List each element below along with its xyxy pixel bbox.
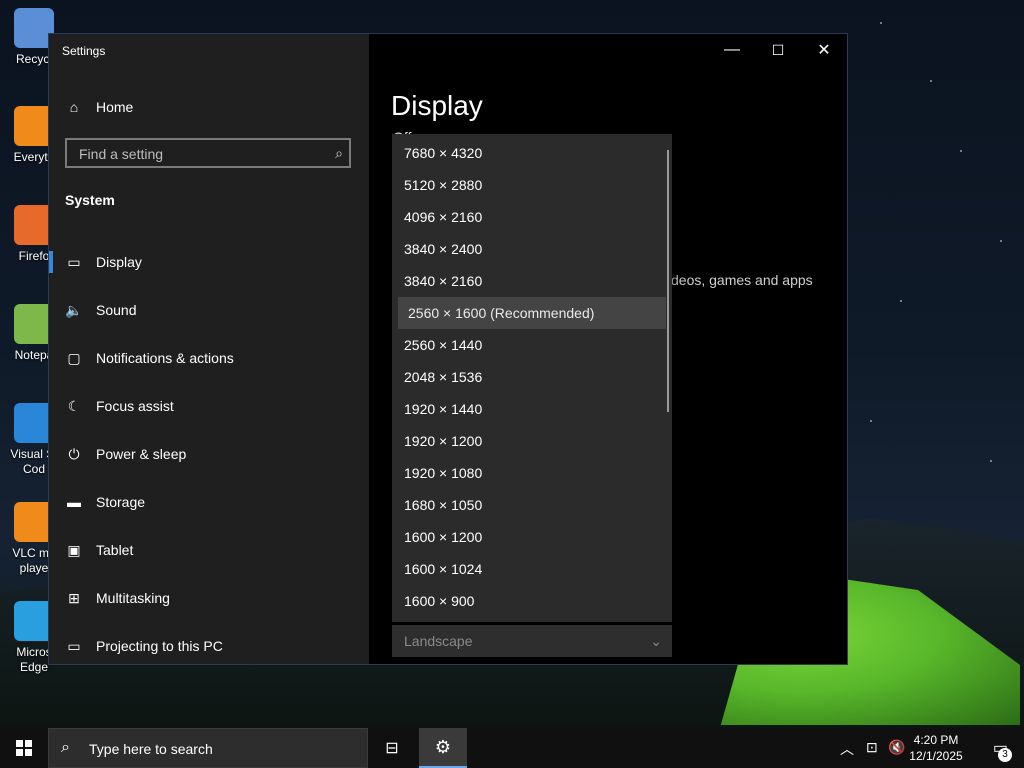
sidebar-item-label: Multitasking bbox=[96, 590, 170, 606]
system-nav: ▭ Display 🔈 Sound ▢ Notifications & actions ☾ F… bbox=[49, 238, 369, 670]
maximize-button[interactable]: ☐ bbox=[755, 34, 801, 66]
orientation-value: Landscape bbox=[404, 633, 473, 649]
sidebar-item-sound[interactable]: 🔈 Sound bbox=[49, 286, 369, 334]
task-view-button[interactable]: ⊟ bbox=[372, 728, 412, 768]
resolution-option[interactable]: 5120 × 2880 bbox=[392, 169, 672, 201]
home-nav[interactable]: ⌂ Home bbox=[65, 96, 134, 118]
partial-scale-text: deos, games and apps bbox=[671, 272, 813, 288]
resolution-option[interactable]: 3840 × 2160 bbox=[392, 265, 672, 297]
sidebar-item-label: Power & sleep bbox=[96, 446, 187, 462]
sidebar-item-tablet[interactable]: ▣ Tablet bbox=[49, 526, 369, 574]
sidebar-item-label: Sound bbox=[96, 302, 137, 318]
speaker-icon: 🔈 bbox=[65, 302, 83, 318]
title-bar[interactable]: Settings bbox=[49, 34, 369, 66]
page-title: Display bbox=[391, 90, 483, 121]
windows-logo-icon bbox=[16, 740, 32, 756]
sidebar-item-label: Tablet bbox=[96, 542, 134, 558]
settings-sidebar: Settings ⌂ Home ⌕ System ▭ Display 🔈 Sound ▢… bbox=[49, 34, 369, 664]
orientation-select[interactable]: Landscape ⌄ bbox=[392, 625, 672, 657]
resolution-option[interactable]: 1920 × 1080 bbox=[392, 457, 672, 489]
sidebar-item-notifications-actions[interactable]: ▢ Notifications & actions bbox=[49, 334, 369, 382]
chevron-up-icon[interactable]: ︿ bbox=[840, 739, 854, 759]
search-icon: ⌕ bbox=[61, 739, 70, 756]
taskbar-search-box[interactable]: ⌕ Type here to search bbox=[48, 728, 368, 768]
resolution-option[interactable]: 1920 × 1200 bbox=[392, 425, 672, 457]
sidebar-item-label: Display bbox=[96, 254, 142, 270]
resolution-option[interactable]: 7680 × 4320 bbox=[392, 137, 672, 169]
sidebar-item-focus-assist[interactable]: ☾ Focus assist bbox=[49, 382, 369, 430]
resolution-option[interactable]: 1920 × 1440 bbox=[392, 393, 672, 425]
home-icon: ⌂ bbox=[69, 99, 79, 115]
resolution-option[interactable]: 1680 × 1050 bbox=[392, 489, 672, 521]
start-button[interactable] bbox=[0, 728, 48, 768]
clock-date: 12/1/2025 bbox=[909, 749, 963, 763]
multitasking-icon: ⊞ bbox=[68, 590, 80, 606]
sidebar-item-power-sleep[interactable]: ⏻ Power & sleep bbox=[49, 430, 369, 478]
notification-count-badge: 3 bbox=[998, 748, 1012, 762]
projecting-icon: ▭ bbox=[67, 638, 81, 654]
resolution-option[interactable]: 3840 × 2400 bbox=[392, 233, 672, 265]
monitor-icon: ▭ bbox=[67, 254, 81, 270]
home-label: Home bbox=[96, 99, 134, 115]
find-setting-input[interactable] bbox=[77, 140, 321, 168]
power-icon: ⏻ bbox=[68, 446, 80, 462]
section-heading: System bbox=[65, 192, 115, 208]
taskbar: ⌕ Type here to search ⊟ ⚙ ︿ ⊡ 🔇 4:20 PM … bbox=[0, 728, 1024, 768]
sidebar-item-display[interactable]: ▭ Display bbox=[49, 238, 369, 286]
sidebar-item-label: Projecting to this PC bbox=[96, 638, 223, 654]
window-title: Settings bbox=[62, 44, 106, 58]
resolution-option[interactable]: 2560 × 1440 bbox=[392, 329, 672, 361]
volume-muted-icon[interactable]: 🔇 bbox=[888, 739, 905, 756]
resolution-option[interactable]: 4096 × 2160 bbox=[392, 201, 672, 233]
gear-icon: ⚙ bbox=[434, 736, 452, 757]
resolution-option[interactable]: 1600 × 1200 bbox=[392, 521, 672, 553]
sidebar-item-label: Storage bbox=[96, 494, 146, 510]
resolution-option[interactable]: 1600 × 900 bbox=[392, 585, 672, 617]
task-view-icon: ⊟ bbox=[385, 740, 399, 757]
settings-taskbar-button[interactable]: ⚙ bbox=[419, 728, 467, 768]
sidebar-item-projecting-to-this-pc[interactable]: ▭ Projecting to this PC bbox=[49, 622, 369, 670]
find-setting-box[interactable]: ⌕ bbox=[65, 138, 351, 168]
notification-icon: ▢ bbox=[67, 350, 81, 366]
resolution-option[interactable]: 2048 × 1536 bbox=[392, 361, 672, 393]
clock[interactable]: 4:20 PM 12/1/2025 bbox=[906, 732, 966, 764]
search-icon: ⌕ bbox=[335, 145, 343, 161]
system-tray: ︿ ⊡ 🔇 4:20 PM 12/1/2025 ▭ 3 bbox=[824, 728, 1024, 768]
sidebar-item-label: Focus assist bbox=[96, 398, 174, 414]
storage-icon: ▬ bbox=[67, 494, 81, 510]
network-icon[interactable]: ⊡ bbox=[866, 739, 878, 756]
resolution-option[interactable]: 2560 × 1600 (Recommended) bbox=[398, 297, 666, 329]
chevron-down-icon: ⌄ bbox=[650, 633, 662, 649]
resolution-dropdown-list[interactable]: 7680 × 4320 5120 × 2880 4096 × 2160 3840 × … bbox=[392, 134, 672, 622]
sidebar-item-storage[interactable]: ▬ Storage bbox=[49, 478, 369, 526]
clock-time: 4:20 PM bbox=[913, 733, 959, 747]
sidebar-item-label: Notifications & actions bbox=[96, 350, 234, 366]
sidebar-item-multitasking[interactable]: ⊞ Multitasking bbox=[49, 574, 369, 622]
minimize-button[interactable]: — bbox=[709, 34, 755, 66]
tablet-icon: ▣ bbox=[67, 542, 81, 558]
close-button[interactable]: ✕ bbox=[801, 34, 847, 66]
dropdown-scrollbar[interactable] bbox=[667, 150, 669, 412]
moon-icon: ☾ bbox=[67, 398, 81, 414]
resolution-option[interactable]: 1600 × 1024 bbox=[392, 553, 672, 585]
taskbar-search-placeholder: Type here to search bbox=[89, 741, 213, 757]
